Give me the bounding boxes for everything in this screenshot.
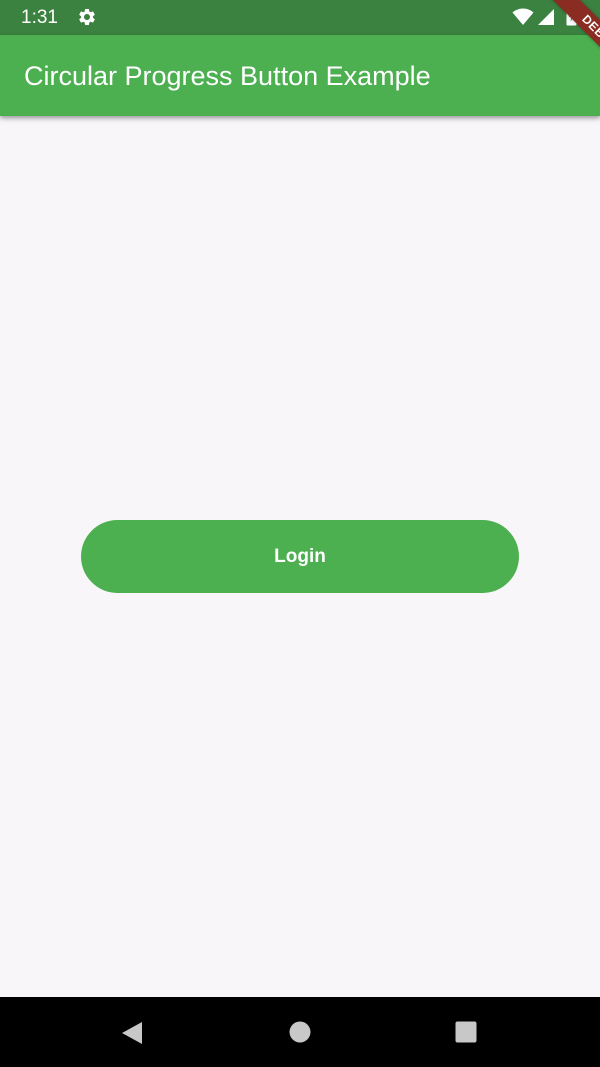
signal-icon bbox=[538, 9, 554, 25]
main-content: Login bbox=[0, 116, 600, 997]
navigation-bar bbox=[0, 997, 600, 1067]
back-icon[interactable] bbox=[121, 1021, 143, 1045]
gear-icon bbox=[79, 8, 95, 25]
recents-icon[interactable] bbox=[455, 1021, 477, 1043]
home-icon[interactable] bbox=[289, 1021, 311, 1043]
status-time: 1:31 bbox=[21, 7, 58, 28]
wifi-icon bbox=[512, 8, 534, 25]
battery-icon bbox=[566, 6, 577, 26]
login-button[interactable]: Login bbox=[81, 520, 519, 593]
page-title: Circular Progress Button Example bbox=[24, 61, 431, 91]
status-bar: 1:31 bbox=[0, 0, 600, 35]
app-bar: Circular Progress Button Example bbox=[0, 35, 600, 116]
